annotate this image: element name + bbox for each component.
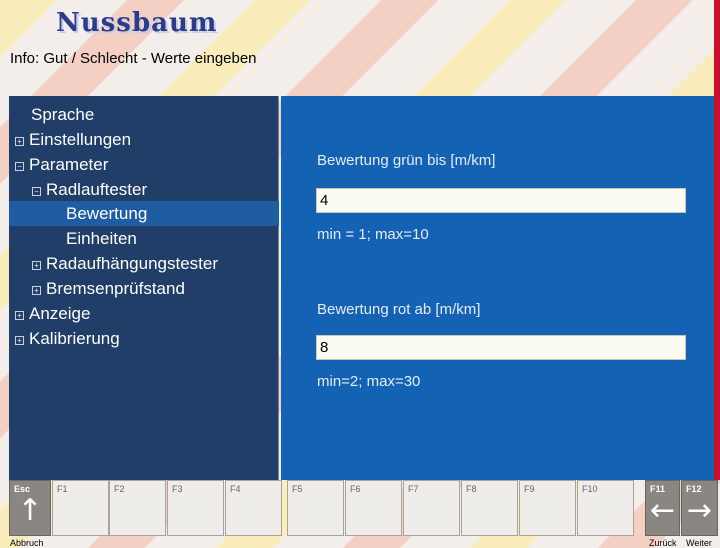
header: Nussbaum Info: Gut / Schlecht - Werte ei…	[0, 0, 720, 95]
tree-item-kalibrierung[interactable]: + Kalibrierung	[9, 326, 279, 351]
red-threshold-input[interactable]	[316, 335, 686, 360]
f12-next-button[interactable]: F12 →	[681, 480, 718, 536]
green-threshold-label: Bewertung grün bis [m/km]	[317, 152, 496, 169]
tree-item-label: Bewertung	[66, 204, 148, 223]
expand-icon[interactable]: +	[32, 261, 41, 270]
key-label: F6	[350, 484, 361, 494]
tree-item-radlauftester[interactable]: − Radlauftester	[9, 177, 279, 202]
key-label: F9	[524, 484, 535, 494]
key-label: F3	[172, 484, 183, 494]
key-label: F1	[57, 484, 68, 494]
settings-tree: Sprache + Einstellungen − Parameter − Radla…	[9, 96, 279, 480]
esc-button[interactable]: Esc ↑	[9, 480, 51, 536]
tree-item-label: Bremsenprüfstand	[46, 279, 185, 298]
green-threshold-input[interactable]	[316, 188, 686, 213]
expand-icon[interactable]: +	[32, 286, 41, 295]
tree-item-bewertung[interactable]: Bewertung	[9, 201, 279, 226]
collapse-icon[interactable]: −	[15, 162, 24, 171]
red-threshold-hint: min=2; max=30	[317, 373, 421, 390]
tree-item-anzeige[interactable]: + Anzeige	[9, 301, 279, 326]
f6-button[interactable]: F6	[345, 480, 402, 536]
key-label: F5	[292, 484, 303, 494]
key-label: F2	[114, 484, 125, 494]
function-key-bar: Esc ↑ Abbruch F1 F2 F3 F4 F5 F6 F7 F8 F9…	[0, 480, 720, 548]
brand-accent-bar	[714, 0, 720, 480]
tree-item-einstellungen[interactable]: + Einstellungen	[9, 127, 279, 152]
info-text: Info: Gut / Schlecht - Werte eingeben	[10, 50, 257, 67]
expand-icon[interactable]: +	[15, 336, 24, 345]
red-threshold-label: Bewertung rot ab [m/km]	[317, 301, 481, 318]
f9-button[interactable]: F9	[519, 480, 576, 536]
f1-button[interactable]: F1	[52, 480, 109, 536]
f3-button[interactable]: F3	[167, 480, 224, 536]
expand-icon[interactable]: +	[15, 311, 24, 320]
f10-button[interactable]: F10	[577, 480, 634, 536]
f11-back-button[interactable]: F11 ←	[645, 480, 680, 536]
tree-item-label: Einstellungen	[29, 130, 132, 149]
arrow-left-icon: ←	[649, 493, 676, 528]
expand-icon[interactable]: +	[15, 137, 24, 146]
key-label: F10	[582, 484, 598, 494]
tree-item-label: Radaufhängungstester	[46, 254, 219, 273]
tree-item-label: Anzeige	[29, 304, 91, 323]
parameter-panel: Bewertung grün bis [m/km] min = 1; max=1…	[281, 96, 714, 480]
key-label: F8	[466, 484, 477, 494]
tree-item-label: Sprache	[31, 105, 95, 124]
f4-button[interactable]: F4	[225, 480, 282, 536]
tree-item-einheiten[interactable]: Einheiten	[9, 226, 279, 251]
tree-item-label: Einheiten	[66, 229, 137, 248]
f2-button[interactable]: F2	[109, 480, 166, 536]
tree-item-label: Radlauftester	[46, 180, 148, 199]
key-label: F7	[408, 484, 419, 494]
tree-item-radaufhaengungstester[interactable]: + Radaufhängungstester	[9, 251, 279, 276]
tree-item-label: Parameter	[29, 155, 109, 174]
arrow-right-icon: →	[686, 493, 713, 528]
f8-button[interactable]: F8	[461, 480, 518, 536]
tree-item-label: Kalibrierung	[29, 329, 120, 348]
f7-button[interactable]: F7	[403, 480, 460, 536]
tree-item-parameter[interactable]: − Parameter	[9, 152, 279, 177]
tree-item-sprache[interactable]: Sprache	[9, 102, 279, 127]
nussbaum-logo: Nussbaum	[56, 8, 218, 38]
f5-button[interactable]: F5	[287, 480, 344, 536]
collapse-icon[interactable]: −	[32, 187, 41, 196]
green-threshold-hint: min = 1; max=10	[317, 226, 429, 243]
f11-caption: Zurück	[649, 538, 677, 548]
key-label: F4	[230, 484, 241, 494]
arrow-up-icon: ↑	[17, 493, 43, 528]
esc-caption: Abbruch	[10, 538, 44, 548]
tree-item-bremsenpruefstand[interactable]: + Bremsenprüfstand	[9, 276, 279, 301]
f12-caption: Weiter	[686, 538, 712, 548]
